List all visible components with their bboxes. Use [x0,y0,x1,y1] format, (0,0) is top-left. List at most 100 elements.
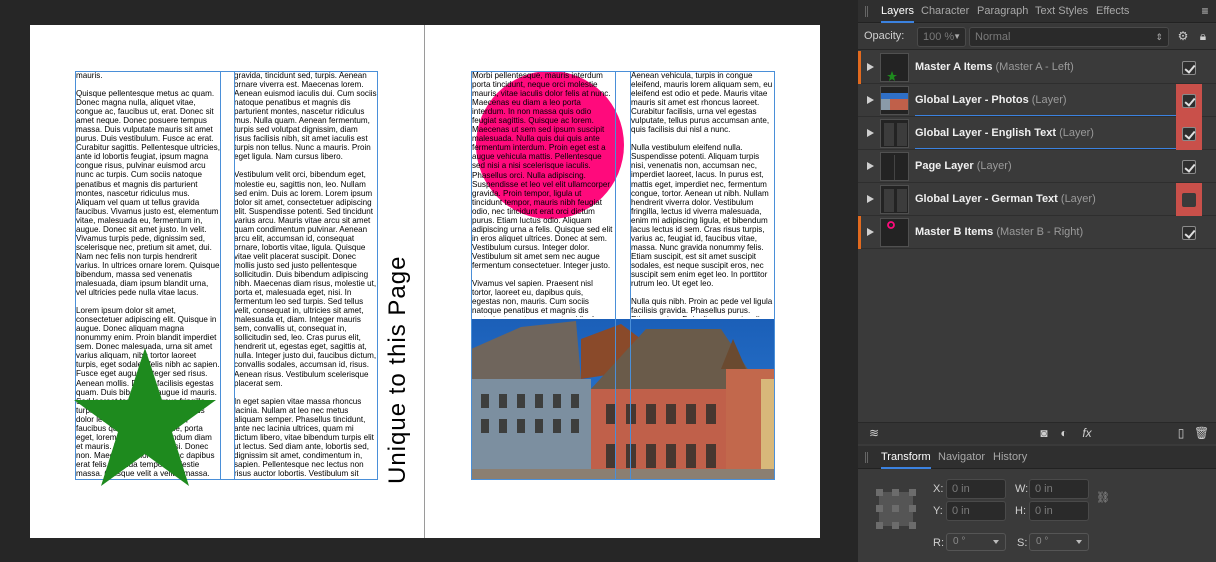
s-label: S: [1017,537,1028,549]
visibility-cell [1176,183,1202,216]
link-proportions-icon[interactable]: ⛓︎ [1096,491,1110,505]
expand-arrow-icon[interactable] [867,129,874,137]
text-thumb [880,185,909,214]
rotation-select[interactable]: 0 ° [946,533,1006,551]
r-value: 0 ° [953,536,966,547]
paragraph: Vestibulum velit orci, bibendum eget, mo… [234,170,377,388]
anchor-grid-icon[interactable] [876,489,916,529]
layer-row[interactable]: Global Layer - English Text (Layer) [858,117,1216,150]
master-marker [858,216,861,249]
layer-title: Global Layer - Photos [915,94,1029,106]
layer-name: Master A Items (Master A - Left) [915,51,1074,84]
layers-panel: Layers Character Paragraph Text Styles E… [858,0,1216,562]
x-label: X: [933,483,944,495]
right-column-guide-2 [630,71,631,480]
layer-row[interactable]: Global Layer - Photos (Layer) [858,84,1216,117]
gear-icon[interactable]: ⚙ [1176,29,1190,43]
expand-arrow-icon[interactable] [867,162,874,170]
layer-name: Global Layer - German Text (Layer) [915,183,1096,216]
blend-mode-select[interactable]: Normal ⇕ [969,27,1169,47]
w-input[interactable]: 0 in [1029,479,1089,499]
panel-grip[interactable] [865,6,868,17]
transform-tabs: Transform Navigator History [858,446,1216,469]
expand-arrow-icon[interactable] [867,63,874,71]
green-star-shape[interactable] [74,348,216,486]
tab-effects[interactable]: Effects [1096,0,1129,23]
w-value: 0 in [1035,483,1053,495]
chevron-down-icon: ▼ [953,32,961,41]
expand-arrow-icon[interactable] [867,228,874,236]
left-text-column-2[interactable]: gravida, tincidunt sed, turpis. Aenean o… [233,71,378,479]
blend-mode-value: Normal [975,31,1011,43]
right-text-column-2[interactable]: Aenean vehicula, turpis in congue eleife… [630,71,774,317]
y-input[interactable]: 0 in [946,501,1006,521]
expand-arrow-icon[interactable] [867,195,874,203]
photo-thumb [880,86,909,115]
x-value: 0 in [952,483,970,495]
opacity-value: 100 % [923,31,955,43]
new-layer-icon[interactable]: ▯ [1174,426,1188,440]
tab-history[interactable]: History [993,446,1027,469]
visibility-checkbox[interactable] [1182,226,1196,240]
tab-text-styles[interactable]: Text Styles [1035,0,1088,23]
lock-icon[interactable]: 🔒︎ [1196,29,1210,43]
expand-arrow-icon[interactable] [867,96,874,104]
unique-to-page-text[interactable]: Unique to this Page [384,94,411,484]
layer-row[interactable]: Master B Items (Master B - Right) [858,216,1216,249]
x-input[interactable]: 0 in [946,479,1006,499]
layer-title: Global Layer - German Text [915,193,1058,205]
y-value: 0 in [952,505,970,517]
visibility-checkbox[interactable] [1182,127,1196,141]
paragraph: Morbi pellentesque, mauris interdum port… [472,71,613,270]
paragraph: Nulla vestibulum eleifend nulla. Suspend… [631,143,769,289]
tab-navigator[interactable]: Navigator [938,446,985,469]
paragraph: Nulla quis nibh. Proin ac pede vel ligul… [631,297,773,317]
paragraph: Aenean vehicula, turpis in congue eleife… [631,71,773,135]
visibility-checkbox[interactable] [1182,94,1196,108]
page-spine [424,25,425,538]
tab-transform[interactable]: Transform [881,446,931,469]
paragraph: Quisque pellentesque metus ac quam. Done… [76,89,220,298]
layers-stack-icon[interactable]: ≋ [866,426,882,440]
visibility-checkbox[interactable] [1182,61,1196,75]
right-text-column-1[interactable]: Morbi pellentesque, mauris interdum port… [471,71,614,317]
document-canvas[interactable]: mauris. Quisque pellentesque metus ac qua… [0,0,858,562]
w-label: W: [1015,483,1029,495]
opacity-input[interactable]: 100 % ▼ [917,27,966,47]
visibility-checkbox[interactable] [1182,160,1196,174]
panel-grip-2[interactable] [865,452,868,463]
layer-type: (Master A - Left) [995,61,1074,73]
layer-name: Master B Items (Master B - Right) [915,216,1083,249]
visibility-cell [1176,84,1202,117]
adjustment-icon[interactable]: ◐ [1056,426,1072,440]
layer-title: Master A Items [915,61,993,73]
layer-name: Page Layer (Layer) [915,150,1012,183]
text-thumb [880,119,909,148]
building-photo[interactable] [471,319,774,480]
right-column-guide [615,71,616,480]
shear-select[interactable]: 0 ° [1029,533,1089,551]
paragraph: gravida, tincidunt sed, turpis. Aenean o… [234,71,377,162]
master-marker [858,51,861,84]
visibility-cell [1176,216,1202,249]
tab-layers[interactable]: Layers [881,0,915,23]
layer-row[interactable]: Master A Items (Master A - Left) [858,51,1216,84]
r-label: R: [933,537,944,549]
visibility-checkbox[interactable] [1182,193,1196,207]
layer-type: (Layer) [1031,94,1067,106]
visibility-cell [1176,150,1202,183]
fx-icon[interactable]: fx [1078,426,1096,440]
layer-row[interactable]: Page Layer (Layer) [858,150,1216,183]
panel-menu-icon[interactable]: ≡ [1198,4,1212,18]
updown-icon: ⇕ [1155,32,1163,42]
trash-icon[interactable]: 🗑︎ [1194,426,1209,440]
tab-character[interactable]: Character [921,0,969,23]
visibility-cell [1176,51,1202,84]
star-thumb [880,53,909,82]
mask-icon[interactable]: ◙ [1036,426,1052,440]
layer-row[interactable]: Global Layer - German Text (Layer) [858,183,1216,216]
layer-title: Master B Items [915,226,994,238]
tab-paragraph[interactable]: Paragraph [977,0,1028,23]
page-spread[interactable]: mauris. Quisque pellentesque metus ac qua… [30,25,820,538]
h-input[interactable]: 0 in [1029,501,1089,521]
